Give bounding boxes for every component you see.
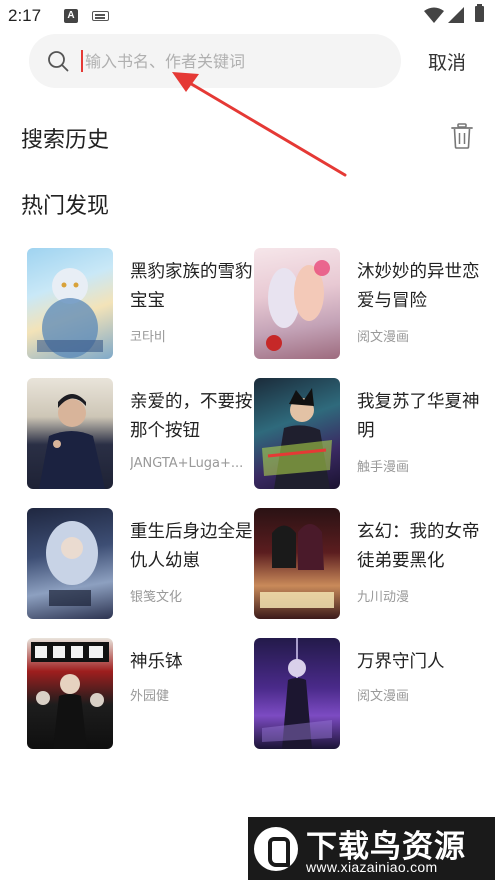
search-bar: 取消 [0, 34, 495, 88]
comic-cover [27, 638, 113, 749]
comic-card[interactable]: 黑豹家族的雪豹宝宝 코타비 [27, 248, 257, 363]
comic-title: 万界守门人 [357, 652, 445, 672]
comic-cover [254, 248, 340, 359]
signal-icon [448, 7, 464, 23]
comic-title: 玄幻：我的女帝徒弟要黑化 [357, 522, 480, 571]
comic-author: JANGTA+Luga+... [130, 456, 244, 471]
watermark-url: www.xiazainiao.com [306, 859, 438, 875]
comic-card[interactable]: 沐妙妙的异世恋爱与冒险 阅文漫画 [254, 248, 484, 363]
search-input[interactable] [85, 46, 385, 76]
comic-title: 重生后身边全是仇人幼崽 [130, 522, 253, 571]
comic-cover [27, 248, 113, 359]
comic-title: 沐妙妙的异世恋爱与冒险 [357, 262, 480, 311]
comic-author: 阅文漫画 [357, 330, 410, 345]
cancel-button[interactable]: 取消 [428, 48, 466, 75]
comic-title: 我复苏了华夏神明 [357, 392, 480, 441]
comic-cover [27, 508, 113, 619]
comic-title: 神乐钵 [130, 652, 183, 672]
comic-author: 银笺文化 [130, 590, 183, 605]
comic-cover [254, 508, 340, 619]
hot-discovery-title: 热门发现 [21, 194, 110, 219]
comic-card[interactable]: 亲爱的，不要按那个按钮 JANGTA+Luga+... [27, 378, 257, 493]
battery-icon [475, 4, 484, 22]
comic-cover [254, 638, 340, 749]
keyboard-icon [92, 11, 109, 21]
watermark: 下载鸟资源 www.xiazainiao.com [248, 817, 495, 880]
a-icon: A [64, 9, 78, 23]
comic-cover [254, 378, 340, 489]
comic-card[interactable]: 玄幻：我的女帝徒弟要黑化 九川动漫 [254, 508, 484, 623]
comic-card[interactable]: 神乐钵 外园健 [27, 638, 257, 753]
comic-author: 阅文漫画 [357, 689, 410, 704]
comic-card[interactable]: 我复苏了华夏神明 触手漫画 [254, 378, 484, 493]
status-time: 2:17 [8, 6, 42, 25]
comic-cover [27, 378, 113, 489]
comic-title: 亲爱的，不要按那个按钮 [130, 392, 253, 441]
search-box[interactable] [29, 34, 401, 88]
text-cursor [81, 50, 83, 72]
comic-card[interactable]: 万界守门人 阅文漫画 [254, 638, 484, 753]
search-history-title: 搜索历史 [21, 128, 110, 153]
comic-title: 黑豹家族的雪豹宝宝 [130, 262, 253, 311]
comic-author: 触手漫画 [357, 460, 410, 475]
status-bar: 2:17 A [0, 0, 495, 32]
comic-author: 外园健 [130, 689, 170, 704]
comic-author: 九川动漫 [357, 590, 410, 605]
trash-icon[interactable] [451, 123, 473, 149]
watermark-logo-icon [254, 827, 298, 871]
comic-author: 코타비 [130, 330, 166, 345]
search-icon [48, 51, 69, 72]
comic-card[interactable]: 重生后身边全是仇人幼崽 银笺文化 [27, 508, 257, 623]
wifi-icon [424, 7, 444, 23]
